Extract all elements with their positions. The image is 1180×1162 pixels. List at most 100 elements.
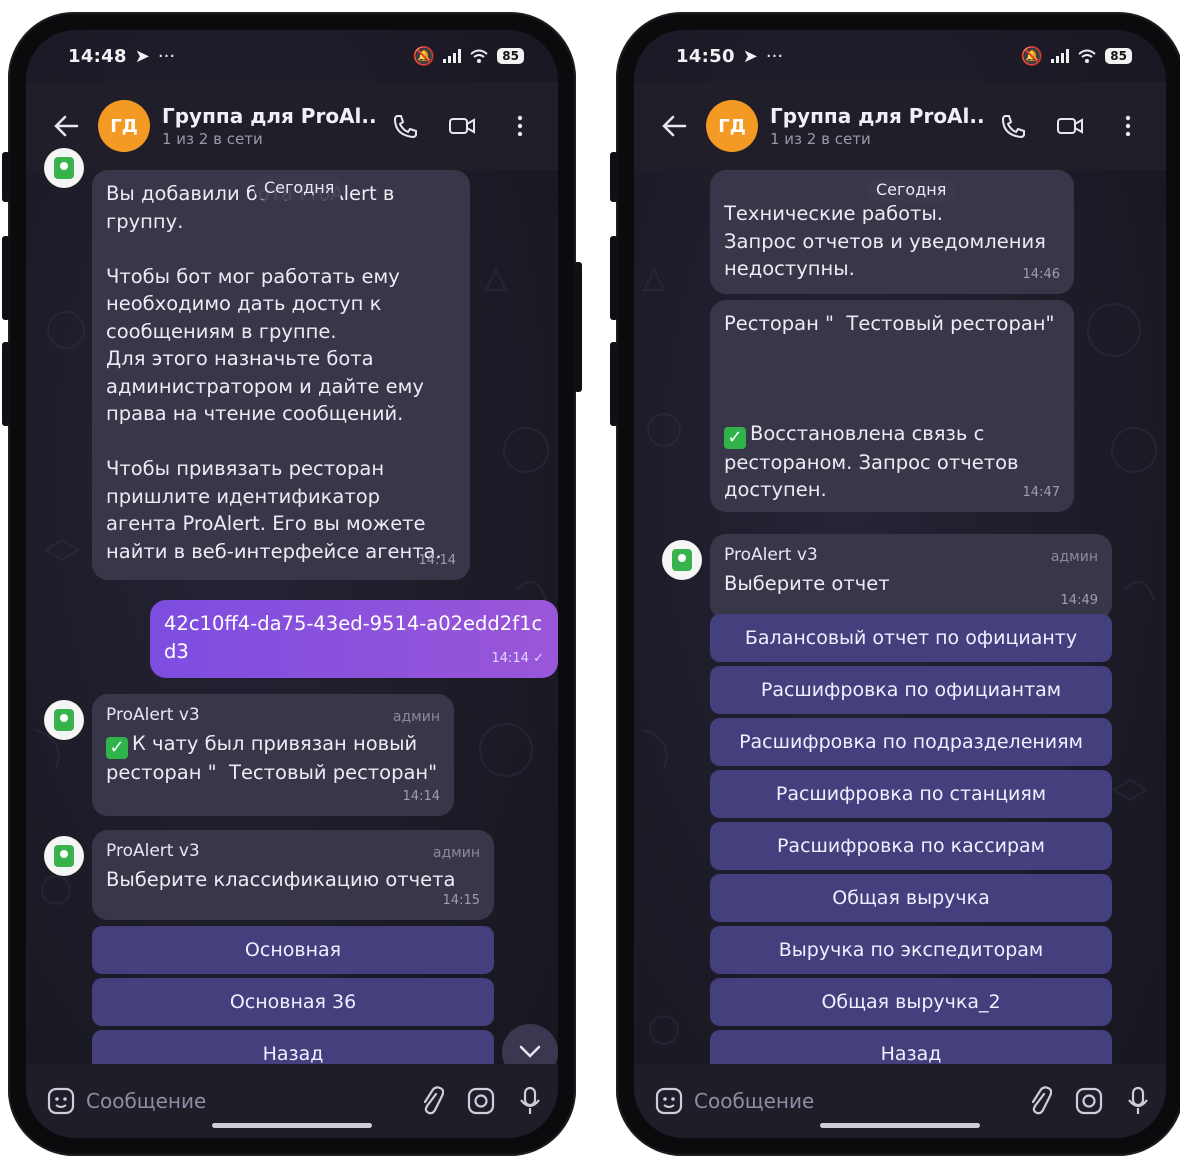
camera-icon[interactable]: [466, 1086, 496, 1116]
sticker-icon[interactable]: [46, 1086, 76, 1116]
outgoing-message-bubble: 42c10ff4-da75-43ed-9514-a02edd2f1cd3 14:…: [150, 600, 558, 678]
chevron-down-icon: [519, 1045, 541, 1058]
home-indicator[interactable]: [212, 1123, 372, 1128]
side-button: [610, 342, 618, 426]
sender-name: ProAlert v3: [106, 705, 200, 725]
phone-icon: [1001, 115, 1025, 139]
bot-avatar[interactable]: [44, 700, 84, 740]
keyboard-button[interactable]: Основная: [92, 926, 494, 974]
keyboard-button[interactable]: Балансовый отчет по официанту: [710, 614, 1112, 662]
signal-icon: [443, 49, 462, 63]
more-dots-icon: ···: [765, 45, 784, 67]
wifi-icon: [470, 49, 488, 63]
sticker-icon[interactable]: [654, 1086, 684, 1116]
chat-screen: 14:50 ➤ ··· 🔕 85 ГД Группа для ProAl... …: [634, 30, 1166, 1138]
side-button: [2, 152, 10, 202]
group-avatar[interactable]: ГД: [98, 100, 150, 152]
keyboard-button[interactable]: Основная 36: [92, 978, 494, 1026]
message-time: 14:14: [418, 552, 456, 568]
kebab-menu-icon: [517, 115, 523, 137]
telegram-send-icon: ➤: [134, 45, 150, 67]
mute-icon: 🔕: [412, 45, 436, 67]
status-bar: 14:50 ➤ ··· 🔕 85: [634, 30, 1166, 82]
message-bubble: Вы добавили бота ProAlert в группу. Чтоб…: [92, 170, 470, 580]
microphone-icon[interactable]: [1126, 1086, 1150, 1116]
group-avatar[interactable]: ГД: [706, 100, 758, 152]
attach-icon[interactable]: [1026, 1086, 1052, 1116]
bot-message-bubble: ProAlert v3 админ Выберите классификацию…: [92, 830, 494, 920]
chat-screen: 14:48 ➤ ··· 🔕 85 ГД Группа для ProAl... …: [26, 30, 558, 1138]
video-icon: [449, 118, 475, 134]
back-button[interactable]: [42, 102, 90, 150]
chat-header: ГД Группа для ProAl... 1 из 2 в сети: [634, 82, 1166, 170]
kebab-menu-icon: [1125, 115, 1131, 137]
camera-icon[interactable]: [1074, 1086, 1104, 1116]
message-bubble: Ресторан " Тестовый ресторан" ✓ Восстанов…: [710, 300, 1074, 512]
side-button: [574, 262, 582, 392]
message-text: Вы добавили бота ProAlert в группу. Чтоб…: [106, 182, 442, 563]
message-text: Выберите отчет: [724, 572, 890, 595]
chat-title-block[interactable]: Группа для ProAl... 1 из 2 в сети: [162, 104, 378, 148]
chat-header: ГД Группа для ProAl... 1 из 2 в сети: [26, 82, 558, 170]
message-input[interactable]: Сообщение: [694, 1089, 1026, 1113]
side-button: [2, 342, 10, 426]
status-time: 14:48: [68, 45, 127, 67]
microphone-icon[interactable]: [518, 1086, 542, 1116]
message-time: 14:47: [1022, 484, 1060, 500]
message-text: К чату был привязан новый ресторан " Тес…: [106, 732, 438, 784]
check-mark-icon: ✓: [724, 426, 746, 449]
call-button[interactable]: [382, 104, 426, 148]
sender-name: ProAlert v3: [106, 841, 200, 861]
back-arrow-icon: [662, 115, 687, 137]
message-time: 14:46: [1022, 266, 1060, 282]
message-text: 42c10ff4-da75-43ed-9514-a02edd2f1cd3: [164, 612, 543, 663]
message-input[interactable]: Сообщение: [86, 1089, 418, 1113]
role-label: админ: [432, 845, 480, 861]
call-button[interactable]: [990, 104, 1034, 148]
keyboard-button[interactable]: Выручка по экспедиторам: [710, 926, 1112, 974]
home-indicator[interactable]: [820, 1123, 980, 1128]
chat-subtitle: 1 из 2 в сети: [162, 130, 263, 148]
signal-icon: [1051, 49, 1070, 63]
keyboard-button[interactable]: Расшифровка по станциям: [710, 770, 1112, 818]
role-label: админ: [1050, 549, 1098, 565]
keyboard-button[interactable]: Общая выручка_2: [710, 978, 1112, 1026]
chat-title: Группа для ProAl...: [162, 104, 378, 128]
status-bar: 14:48 ➤ ··· 🔕 85: [26, 30, 558, 82]
bot-avatar[interactable]: [44, 836, 84, 876]
chat-title-block[interactable]: Группа для ProAl... 1 из 2 в сети: [770, 104, 986, 148]
back-button[interactable]: [650, 102, 698, 150]
role-label: админ: [392, 709, 440, 725]
date-pill: Сегодня: [866, 178, 957, 202]
video-call-button[interactable]: [1048, 104, 1092, 148]
message-text: Восстановлена связь с рестораном. Запрос…: [724, 421, 1025, 502]
mute-icon: 🔕: [1020, 45, 1044, 67]
date-pill: Сегодня: [254, 176, 345, 200]
phone-icon: [393, 115, 417, 139]
message-text: Технические работы. Запрос отчетов и уве…: [724, 202, 1046, 280]
message-text: Выберите классификацию отчета: [106, 868, 456, 891]
menu-button[interactable]: [1106, 104, 1150, 148]
bot-message-bubble: ProAlert v3 админ ✓ К чату был привязан н…: [92, 694, 454, 816]
battery-indicator: 85: [497, 48, 524, 64]
side-button: [610, 236, 618, 320]
keyboard-button[interactable]: Расшифровка по официантам: [710, 666, 1112, 714]
keyboard-button[interactable]: Расшифровка по кассирам: [710, 822, 1112, 870]
keyboard-button[interactable]: Общая выручка: [710, 874, 1112, 922]
chat-title: Группа для ProAl...: [770, 104, 986, 128]
message-time: 14:49: [1060, 592, 1098, 608]
bot-avatar[interactable]: [662, 540, 702, 580]
check-mark-icon: ✓: [106, 737, 128, 759]
menu-button[interactable]: [498, 104, 542, 148]
keyboard-button[interactable]: Расшифровка по подразделениям: [710, 718, 1112, 766]
attach-icon[interactable]: [418, 1086, 444, 1116]
message-time: 14:15: [442, 892, 480, 908]
phone-right: 14:50 ➤ ··· 🔕 85 ГД Группа для ProAl... …: [610, 12, 1180, 1156]
more-dots-icon: ···: [157, 45, 176, 67]
message-time: 14:14 ✓: [491, 650, 545, 666]
message-time: 14:14: [402, 788, 440, 804]
bot-avatar[interactable]: [44, 148, 84, 188]
message-title: Ресторан " Тестовый ресторан": [724, 312, 1055, 335]
chat-subtitle: 1 из 2 в сети: [770, 130, 871, 148]
video-call-button[interactable]: [440, 104, 484, 148]
